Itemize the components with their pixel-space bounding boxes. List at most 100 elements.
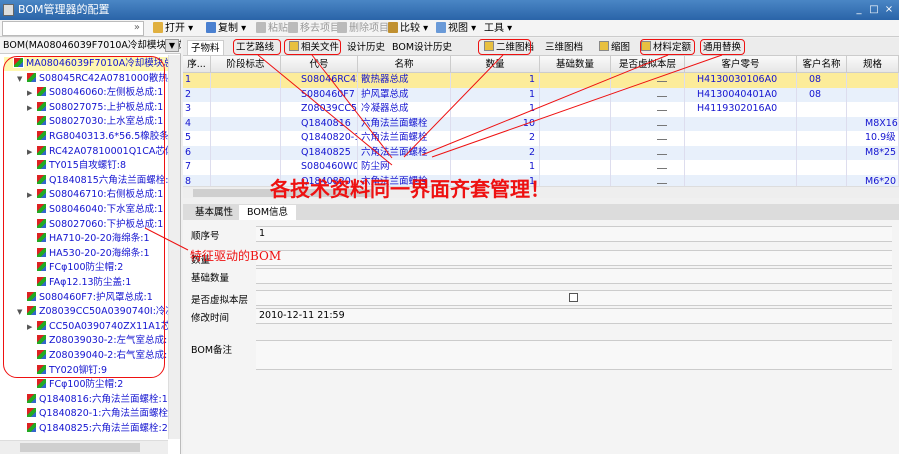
view-button[interactable]: 视图 ▾ [436, 21, 476, 36]
tab-3[interactable]: 设计历史 [344, 40, 388, 55]
field-value-4[interactable]: 2010-12-11 21:59 [256, 308, 892, 324]
tree-node[interactable]: ▶ S08046710:右侧板总成:1 [27, 188, 163, 202]
column-header[interactable]: 代号 [281, 56, 358, 72]
tree-node[interactable]: FCφ100防尘帽:2 [27, 261, 123, 275]
tab-bom-info[interactable]: BOM信息 [239, 205, 297, 220]
tab-0[interactable]: 子物料 [187, 40, 224, 55]
bom-selector[interactable]: BOM(MA08046039F7010A冷却模块总成) ▼ [0, 38, 181, 54]
virtual-checkbox[interactable] [657, 94, 667, 97]
column-header[interactable]: 基础数量 [540, 56, 611, 72]
table-row[interactable]: 1 S08046RC42A078 散热器总成 1 H4130030106A0 08 [183, 73, 899, 88]
expand-toggle-icon[interactable]: ▶ [27, 145, 36, 159]
table-row[interactable]: 8 Q1840820 六角法兰面螺栓 1 M6*20 [183, 174, 899, 186]
tree-node[interactable]: HA530-20-20海绵条:1 [27, 246, 150, 261]
search-input[interactable]: » [2, 21, 144, 36]
field-value-1[interactable] [256, 250, 892, 266]
column-header[interactable]: 规格 [847, 56, 899, 72]
chevron-down-icon[interactable]: » [134, 22, 140, 33]
copy-button[interactable]: 复制 ▾ [206, 21, 246, 36]
table-row[interactable]: 7 S080460W0 防尘网 1 [183, 160, 899, 175]
column-header[interactable]: 序... [183, 56, 211, 72]
field-value-5[interactable] [256, 340, 892, 370]
tab-7[interactable]: 缩图 [596, 40, 633, 55]
tree-node[interactable]: TY020铆钉:9 [27, 363, 107, 378]
virtual-checkbox[interactable] [657, 137, 667, 140]
tree-node[interactable]: ▼ Z08039CC50A0390740I:冷凝器总成:1 [17, 305, 168, 319]
tree-node[interactable]: MA08046039F7010A冷却模块总成 [4, 57, 168, 71]
tree-node[interactable]: Z08039040-2:右气室总成:1 [27, 349, 168, 363]
part-icon [26, 422, 37, 433]
virtual-checkbox[interactable] [657, 181, 667, 184]
open-button[interactable]: 打开 ▾ [153, 21, 193, 36]
expand-toggle-icon[interactable]: ▼ [17, 72, 26, 86]
expand-toggle-icon[interactable]: ▶ [27, 86, 36, 100]
expand-toggle-icon[interactable]: ▼ [17, 305, 26, 319]
tree-node[interactable]: S08027060:下护板总成:1 [27, 217, 163, 232]
column-header[interactable]: 客户名称 [797, 56, 847, 72]
virtual-checkbox[interactable] [657, 166, 667, 169]
expand-toggle-icon[interactable]: ▶ [27, 188, 36, 202]
virtual-checkbox[interactable] [657, 152, 667, 155]
tree-node[interactable]: S08027030:上水室总成:1 [27, 115, 163, 129]
table-row[interactable]: 3 Z08039CC50A030...冷凝器总成 1 H4119302016A0 [183, 102, 899, 117]
minimize-button[interactable]: _ [852, 3, 866, 16]
tab-basic-properties[interactable]: 基本属性 [187, 205, 241, 220]
table-row[interactable]: 4 Q1840816 六角法兰面螺栓 10 M8X16 [183, 116, 899, 131]
table-row[interactable]: 2 S080460F7 护风罩总成 1 H4130040401A0 08 [183, 87, 899, 102]
virtual-checkbox[interactable] [657, 108, 667, 111]
delete-item-button[interactable]: 删除项目 [337, 21, 389, 36]
tree-node[interactable]: Q1840816:六角法兰面螺栓:10 [17, 392, 168, 407]
tree-node[interactable]: RG8040313.6*56.5橡胶条:2 [27, 130, 168, 144]
tree-node[interactable]: Q1840820-1:六角法兰面螺栓:2 [17, 407, 168, 421]
tree-node[interactable]: TY015自攻螺钉:8 [27, 159, 126, 173]
column-header[interactable]: 名称 [358, 56, 451, 72]
expand-toggle-icon[interactable]: ▶ [27, 320, 36, 334]
column-header[interactable]: 阶段标志 [211, 56, 281, 72]
tab-2[interactable]: 相关文件 [286, 40, 342, 55]
tree-horizontal-scrollbar[interactable] [0, 440, 168, 454]
chevron-down-icon[interactable]: ▼ [165, 39, 179, 52]
tree-node[interactable]: Z08039030-2:左气室总成:1 [27, 334, 168, 348]
tree-node[interactable]: S08046040:下水室总成:1 [27, 203, 163, 217]
tree-node[interactable]: ▼ S08045RC42A0781000散热器总成:1 [17, 71, 168, 86]
table-row[interactable]: 6 Q1840825 六角法兰面螺栓 2 M8*25 [183, 145, 899, 160]
close-button[interactable]: × [882, 3, 896, 16]
tab-4[interactable]: BOM设计历史 [389, 40, 455, 55]
tree-vertical-scrollbar[interactable] [168, 55, 180, 439]
column-header[interactable]: 是否虚拟本层 [611, 56, 685, 72]
tree-node[interactable]: ▶ CC50A0390740ZX11A1芯体总成:1 [27, 319, 168, 334]
tab-8[interactable]: 材料定额 [638, 40, 694, 55]
tree-node[interactable]: FAφ12.13防尘盖:1 [27, 276, 131, 290]
tree-node[interactable]: HA710-20-20海绵条:1 [27, 232, 150, 246]
paste-button[interactable]: 粘贴 [256, 21, 288, 36]
remove-item-button[interactable]: 移去项目 [288, 21, 340, 36]
tab-1[interactable]: 工艺路线 [233, 40, 277, 55]
tree-node[interactable]: Q1840815六角法兰面螺栓:12 [27, 173, 168, 188]
field-value-2[interactable] [256, 268, 892, 284]
virtual-layer-checkbox[interactable] [569, 293, 578, 302]
tree-node[interactable]: Q1840825:六角法兰面螺栓:2 [17, 422, 168, 436]
tools-button[interactable]: 工具 ▾ [484, 21, 512, 36]
tab-9[interactable]: 通用替换 [700, 40, 744, 55]
field-value-0[interactable]: 1 [256, 226, 892, 242]
tree-node[interactable]: FCφ100防尘帽:2 [27, 378, 123, 392]
table-cell: 5 [183, 131, 211, 146]
table-horizontal-scrollbar[interactable] [183, 186, 899, 198]
table-cell [797, 116, 847, 131]
tree-node[interactable]: S080460F7:护风罩总成:1 [17, 290, 153, 305]
expand-toggle-icon[interactable]: ▶ [27, 101, 36, 115]
cell-text: S080460W0 [301, 161, 358, 172]
tree-node[interactable]: ▶ S08046060:左侧板总成:1 [27, 86, 163, 100]
tree-node[interactable]: ▶ S08027075:上护板总成:1 [27, 100, 163, 115]
tab-5[interactable]: 二维图档 [481, 40, 537, 55]
compare-button[interactable]: 比较 ▾ [388, 21, 428, 36]
column-header[interactable]: 数量 [451, 56, 540, 72]
column-header[interactable]: 客户零号 [685, 56, 797, 72]
maximize-button[interactable]: □ [867, 3, 881, 16]
tree-node[interactable]: ▶ RC42A07810001Q1CA芯体总成:1 [27, 144, 168, 159]
tab-6[interactable]: 三维图档 [542, 40, 586, 55]
virtual-checkbox[interactable] [657, 123, 667, 126]
table-row[interactable]: 5 Q1840820-1 六角法兰面螺栓 2 10.9级 [183, 131, 899, 146]
table-cell [685, 160, 797, 175]
virtual-checkbox[interactable] [657, 79, 667, 82]
